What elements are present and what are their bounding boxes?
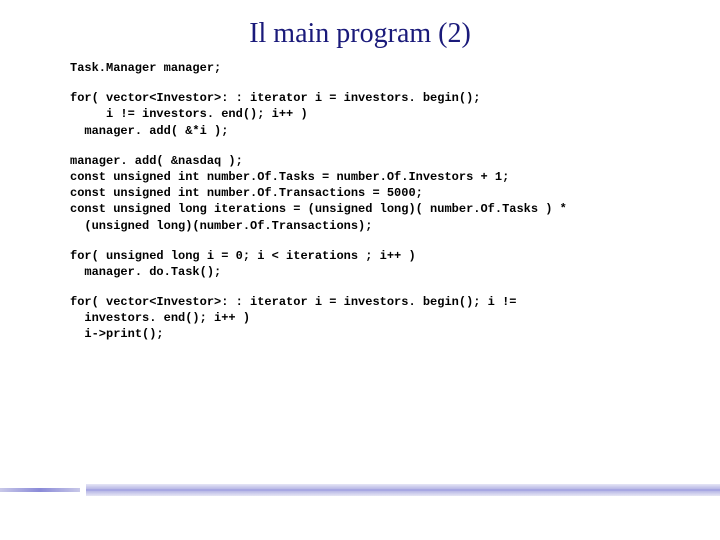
footer-divider	[0, 484, 720, 496]
footer-bar-main	[86, 484, 720, 496]
code-block-3: manager. add( &nasdaq ); const unsigned …	[70, 153, 650, 234]
code-block-5: for( vector<Investor>: : iterator i = in…	[70, 294, 650, 343]
footer-bar-left	[0, 488, 80, 492]
slide-content: Task.Manager manager; for( vector<Invest…	[0, 60, 720, 343]
code-block-2: for( vector<Investor>: : iterator i = in…	[70, 90, 650, 139]
code-block-4: for( unsigned long i = 0; i < iterations…	[70, 248, 650, 280]
slide: Il main program (2) Task.Manager manager…	[0, 0, 720, 540]
slide-title: Il main program (2)	[0, 0, 720, 60]
code-block-1: Task.Manager manager;	[70, 60, 650, 76]
